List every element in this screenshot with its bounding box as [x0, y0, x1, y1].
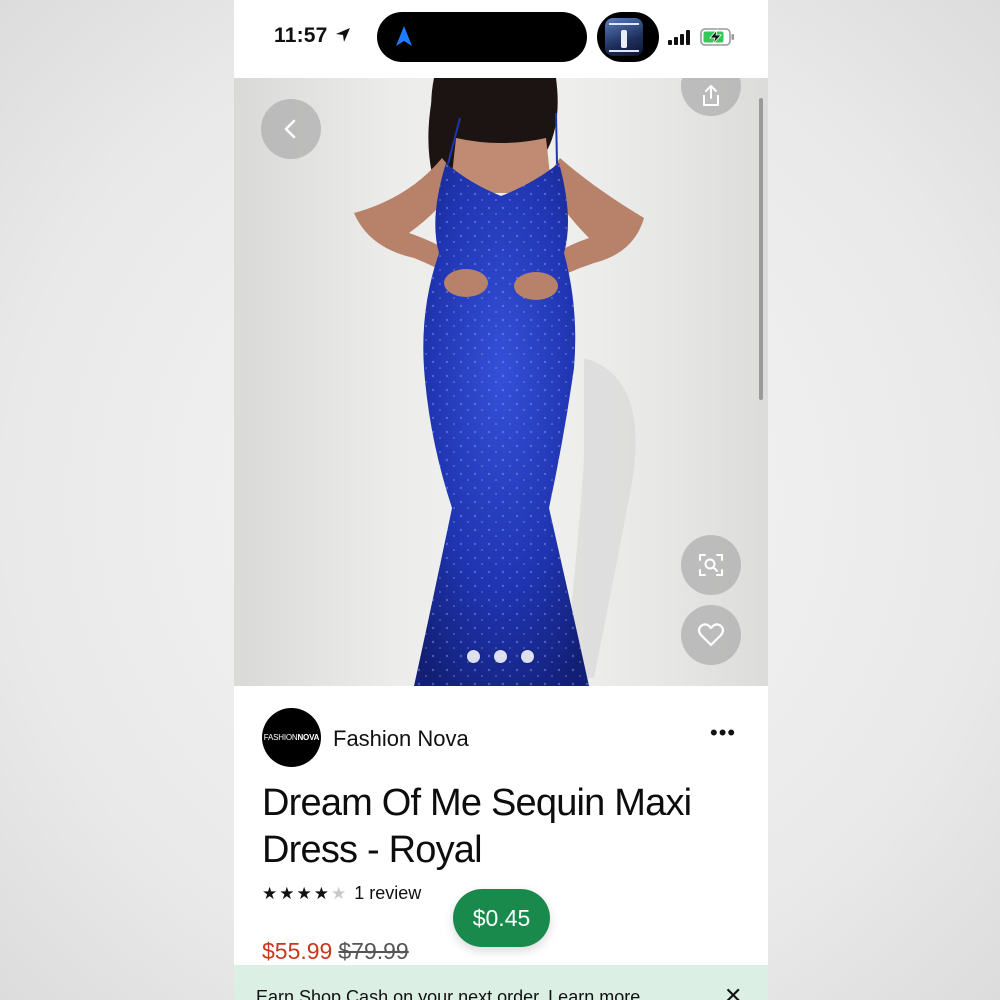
- share-icon: [703, 85, 719, 106]
- shop-logo[interactable]: FASHION NOVA: [262, 708, 321, 767]
- star-icon: ★: [279, 883, 295, 903]
- scrollbar[interactable]: [759, 98, 763, 400]
- product-photo: [354, 78, 644, 686]
- banner-text[interactable]: Earn Shop Cash on your next order. Learn…: [256, 987, 640, 1000]
- star-icon: ★: [313, 883, 329, 903]
- shop-logo-text-bold: NOVA: [297, 733, 320, 742]
- product-image-carousel[interactable]: [234, 78, 768, 686]
- review-count[interactable]: 1 review: [354, 883, 421, 904]
- more-options-button[interactable]: •••: [710, 720, 736, 746]
- star-empty-icon: ★: [331, 883, 347, 903]
- battery-charging-icon: [700, 28, 734, 46]
- dynamic-island[interactable]: [377, 12, 587, 62]
- visual-search-button[interactable]: [681, 535, 741, 595]
- phone-screen: 11:57 FASHION NOVA Fashion Nova ••• Drea…: [234, 0, 768, 1000]
- shop-cash-banner[interactable]: Earn Shop Cash on your next order. Learn…: [234, 965, 768, 1000]
- carousel-pagination: [467, 650, 534, 663]
- star-icon: ★: [296, 883, 312, 903]
- status-time: 11:57: [274, 24, 328, 47]
- now-playing-thumbnail[interactable]: [597, 12, 659, 62]
- price-row: $55.99 $79.99: [262, 938, 409, 965]
- heart-icon: [697, 623, 725, 647]
- status-bar: 11:57: [234, 0, 768, 78]
- cellular-signal-icon: [668, 30, 690, 45]
- carousel-dot[interactable]: [521, 650, 534, 663]
- back-chevron-icon: [284, 119, 296, 139]
- location-arrow-icon: [336, 28, 350, 42]
- carousel-dot[interactable]: [494, 650, 507, 663]
- back-button[interactable]: [261, 99, 321, 159]
- visual-search-icon: [699, 554, 723, 576]
- navigation-arrow-icon: [396, 26, 412, 46]
- shop-name[interactable]: Fashion Nova: [333, 726, 469, 752]
- shop-header[interactable]: FASHION NOVA Fashion Nova •••: [262, 708, 742, 768]
- product-title: Dream Of Me Sequin Maxi Dress - Royal: [262, 782, 692, 871]
- album-art: [605, 18, 643, 56]
- carousel-dot[interactable]: [467, 650, 480, 663]
- close-icon[interactable]: ✕: [724, 983, 742, 1000]
- star-icon: ★: [262, 883, 278, 903]
- shop-cash-badge[interactable]: $0.45: [453, 889, 550, 947]
- sale-price: $55.99: [262, 938, 333, 964]
- product-rating[interactable]: ★ ★ ★ ★ ★ 1 review: [262, 883, 421, 904]
- shop-logo-text-light: FASHION: [263, 733, 298, 742]
- favorite-button[interactable]: [681, 605, 741, 665]
- original-price: $79.99: [338, 938, 409, 964]
